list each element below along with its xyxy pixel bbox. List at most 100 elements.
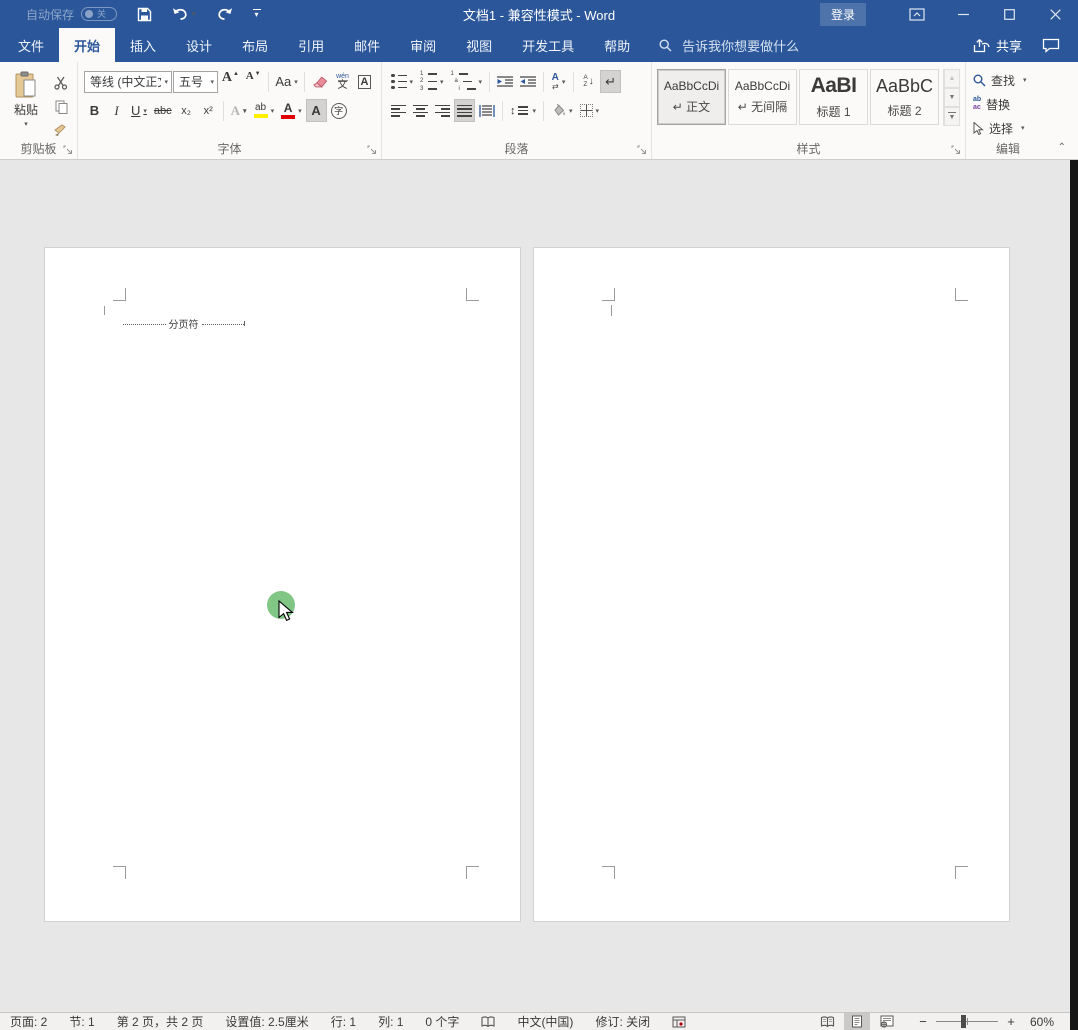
borders-button[interactable]: [577, 99, 603, 122]
find-button[interactable]: 查找: [969, 69, 1047, 91]
shrink-font-button[interactable]: A▼: [243, 70, 264, 93]
style-normal[interactable]: AaBbCcDi ↵ 正文: [657, 69, 726, 125]
asian-layout-button[interactable]: A ⇄: [548, 70, 569, 93]
styles-scroll-up-icon[interactable]: ▲: [944, 69, 960, 88]
style-no-spacing[interactable]: AaBbCcDi ↵ 无间隔: [728, 69, 797, 125]
tab-help[interactable]: 帮助: [589, 28, 645, 62]
sort-button[interactable]: AZ ↓: [578, 70, 599, 93]
tab-layout[interactable]: 布局: [227, 28, 283, 62]
status-word-count[interactable]: 0 个字: [414, 1013, 470, 1030]
zoom-percentage[interactable]: 60%: [1020, 1015, 1054, 1029]
web-layout-button[interactable]: [874, 1013, 900, 1030]
subscript-button[interactable]: x₂: [176, 99, 197, 122]
zoom-in-icon[interactable]: +: [1006, 1014, 1016, 1029]
format-painter-button[interactable]: [49, 120, 73, 141]
text-effects-button[interactable]: A: [228, 99, 250, 122]
align-left-button[interactable]: [388, 99, 409, 122]
status-track-changes[interactable]: 修订: 关闭: [584, 1013, 661, 1030]
autosave-toggle[interactable]: 自动保存 关: [26, 6, 117, 23]
align-right-button[interactable]: [432, 99, 453, 122]
multilevel-list-button[interactable]: 1ai: [448, 70, 486, 93]
clear-formatting-button[interactable]: [309, 70, 331, 93]
font-name-combo[interactable]: 等线 (中文正文): [84, 71, 172, 93]
font-color-button[interactable]: A: [278, 99, 305, 122]
status-language[interactable]: 中文(中国): [506, 1013, 584, 1030]
status-column[interactable]: 列: 1: [367, 1013, 414, 1030]
select-button[interactable]: 选择: [969, 117, 1047, 139]
signin-button[interactable]: 登录: [820, 3, 866, 26]
tab-review[interactable]: 审阅: [395, 28, 451, 62]
tab-insert[interactable]: 插入: [115, 28, 171, 62]
strikethrough-button[interactable]: abc: [151, 99, 175, 122]
collapse-ribbon-icon[interactable]: ⌃: [1058, 142, 1066, 153]
tell-me-search[interactable]: 告诉我你想要做什么: [659, 28, 799, 62]
underline-button[interactable]: U: [128, 99, 150, 122]
italic-button[interactable]: I: [106, 99, 127, 122]
autosave-switch[interactable]: 关: [81, 7, 117, 21]
ribbon-display-options-icon[interactable]: [894, 0, 940, 28]
paste-button[interactable]: 粘贴 ▾: [3, 67, 49, 139]
share-button[interactable]: 共享: [973, 36, 1022, 55]
font-dialog-launcher-icon[interactable]: [367, 145, 378, 156]
decrease-indent-button[interactable]: [494, 70, 516, 93]
grow-font-button[interactable]: A▲: [219, 70, 242, 93]
distribute-button[interactable]: [476, 99, 498, 122]
tab-view[interactable]: 视图: [451, 28, 507, 62]
redo-icon[interactable]: [216, 7, 233, 21]
align-center-button[interactable]: [410, 99, 431, 122]
status-line[interactable]: 行: 1: [320, 1013, 367, 1030]
font-size-combo[interactable]: 五号: [173, 71, 218, 93]
document-page-2[interactable]: [533, 247, 1010, 922]
enclose-characters-button[interactable]: 字: [328, 99, 350, 122]
copy-button[interactable]: [49, 96, 73, 117]
zoom-slider-thumb[interactable]: [961, 1015, 966, 1028]
tab-design[interactable]: 设计: [171, 28, 227, 62]
character-shading-button[interactable]: A: [306, 99, 327, 122]
tab-developer[interactable]: 开发工具: [507, 28, 589, 62]
replace-button[interactable]: abac 替换: [969, 93, 1047, 115]
paragraph-dialog-launcher-icon[interactable]: [637, 145, 648, 156]
bullets-button[interactable]: [388, 70, 416, 93]
tab-mailings[interactable]: 邮件: [339, 28, 395, 62]
save-icon[interactable]: [137, 7, 152, 22]
superscript-button[interactable]: x²: [198, 99, 219, 122]
macro-record-icon[interactable]: [661, 1016, 697, 1028]
style-heading1[interactable]: AaBI 标题 1: [799, 69, 868, 125]
minimize-button[interactable]: [940, 0, 986, 28]
show-hide-marks-button[interactable]: ↵: [600, 70, 621, 93]
document-canvas[interactable]: 分页符: [0, 160, 1078, 1012]
style-heading2[interactable]: AaBbC 标题 2: [870, 69, 939, 125]
justify-button[interactable]: [454, 99, 475, 122]
character-border-button[interactable]: A: [354, 70, 375, 93]
status-page-number[interactable]: 页面: 2: [10, 1013, 58, 1030]
customize-qat-icon[interactable]: ▾: [253, 9, 261, 19]
document-page-1[interactable]: 分页符: [44, 247, 521, 922]
highlight-color-button[interactable]: ab: [251, 99, 278, 122]
status-section[interactable]: 节: 1: [58, 1013, 105, 1030]
read-mode-button[interactable]: [814, 1013, 840, 1030]
increase-indent-button[interactable]: [517, 70, 539, 93]
print-layout-button[interactable]: [844, 1013, 870, 1030]
close-button[interactable]: [1032, 0, 1078, 28]
styles-scroll-down-icon[interactable]: ▼: [944, 88, 960, 107]
comments-button[interactable]: [1042, 38, 1060, 53]
proofing-status-icon[interactable]: [470, 1016, 506, 1028]
change-case-button[interactable]: Aa: [273, 70, 301, 93]
maximize-button[interactable]: [986, 0, 1032, 28]
clipboard-dialog-launcher-icon[interactable]: [63, 145, 74, 156]
status-margin-setting[interactable]: 设置值: 2.5厘米: [214, 1013, 319, 1030]
line-spacing-button[interactable]: ↕: [507, 99, 539, 122]
undo-icon[interactable]: [172, 7, 196, 21]
tab-file[interactable]: 文件: [3, 28, 59, 62]
styles-gallery-more-icon[interactable]: ▼: [944, 107, 960, 126]
styles-dialog-launcher-icon[interactable]: [951, 145, 962, 156]
numbering-button[interactable]: 123: [417, 70, 447, 93]
tab-home[interactable]: 开始: [59, 28, 115, 62]
tab-references[interactable]: 引用: [283, 28, 339, 62]
shading-button[interactable]: [548, 99, 576, 122]
bold-button[interactable]: B: [84, 99, 105, 122]
status-page-of-pages[interactable]: 第 2 页，共 2 页: [106, 1013, 215, 1030]
phonetic-guide-button[interactable]: wén 文: [332, 70, 353, 93]
zoom-out-icon[interactable]: −: [918, 1014, 928, 1029]
zoom-slider[interactable]: [936, 1021, 998, 1022]
